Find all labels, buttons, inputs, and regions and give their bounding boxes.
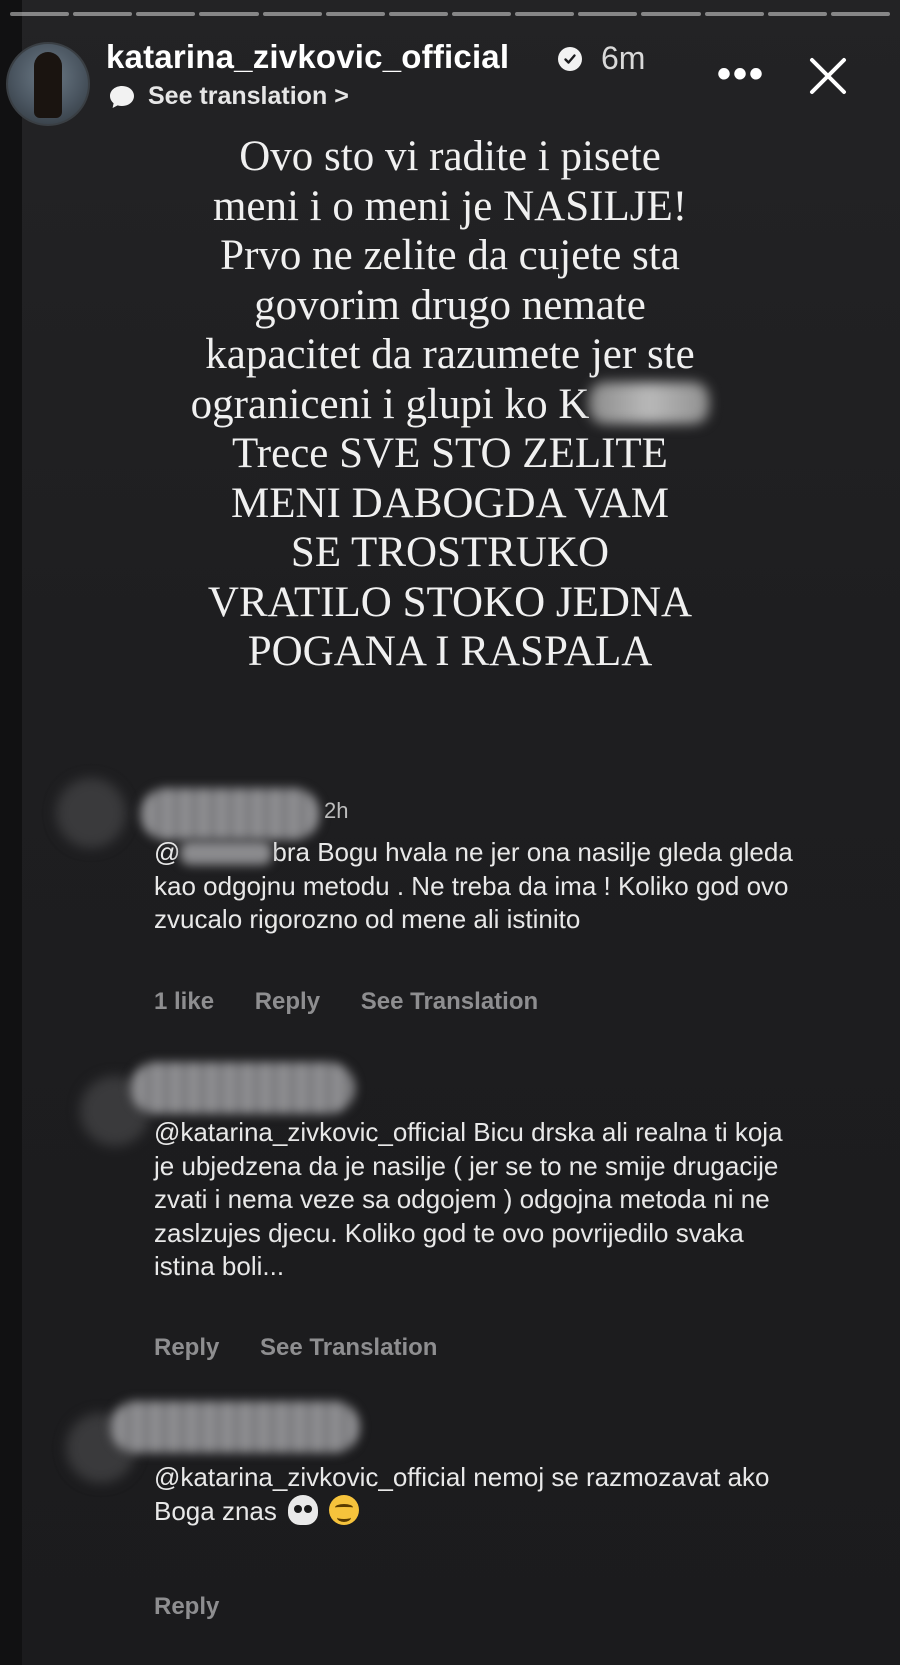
progress-segment [451,12,512,16]
progress-segment [388,12,448,16]
chevron-right-icon: > [334,82,349,110]
profile-avatar[interactable] [6,42,90,126]
comment-text: @katarina_zivkovic_official Bicu drska a… [154,1117,783,1281]
story-line: POGANA I RASPALA [247,628,653,675]
progress-segment [199,12,259,16]
comment-actions: Reply See Translation [154,1334,471,1362]
more-horizontal-icon[interactable]: ••• [717,52,765,97]
avatar-figure [34,52,62,118]
comment-item: @katarina_zivkovic_official Bicu drska a… [0,1040,900,1380]
story-line-text: ograniceni i glupi ko K [190,380,590,428]
comment-actions: 1 like Reply See Translation [154,988,572,1016]
story-line-censored: ograniceni i glupi ko K [120,380,780,430]
censor-blur [589,381,710,424]
story-progress-bar [10,12,890,18]
comment-avatar-blurred [56,778,126,848]
reply-button[interactable]: Reply [154,1334,219,1361]
progress-segment [325,12,385,16]
progress-segment [73,12,133,16]
story-line: Trece SVE STO ZELITE [232,430,668,477]
story-header: katarina_zivkovic_official 6m See transl… [0,28,900,128]
story-line: VRATILO STOKO JEDNA [207,578,693,626]
story-line: MENI DABOGDA VAM [230,479,670,527]
see-translation-label: See translation [148,82,328,110]
progress-segment [136,12,196,16]
see-translation-button[interactable]: See Translation [260,1334,437,1361]
progress-segment [515,12,575,16]
comment-mention-prefix: @ [154,837,181,867]
progress-segment [767,12,827,16]
reply-button[interactable]: Reply [255,988,320,1015]
comment-username-blurred [110,1401,360,1453]
comment-username-blurred [130,1062,355,1114]
verified-badge-icon [558,47,582,71]
comment-time: 2h [324,798,349,823]
story-line: kapacitet da razumete jer ste [205,331,695,378]
story-text: Ovo sto vi radite i pisete meni i o meni… [120,132,780,677]
progress-segment [578,12,638,16]
story-line: meni i o meni je NASILJE! [212,182,688,230]
username[interactable]: katarina_zivkovic_official [106,38,509,76]
story-line: govorim drugo nemate [254,281,646,329]
story-line: Ovo sto vi radite i pisete [239,133,661,180]
reply-button[interactable]: Reply [154,1593,219,1620]
progress-segment [641,12,701,16]
mention-blurred [180,841,273,865]
comment-username-blurred [140,788,320,840]
progress-segment [10,12,70,16]
comment-item: @katarina_zivkovic_official nemoj se raz… [0,1385,900,1665]
see-translation-button[interactable]: See Translation [361,988,538,1015]
story-line: Prvo ne zelite da cujete sta [220,232,680,279]
likes-count[interactable]: 1 like [154,988,214,1015]
skull-emoji-icon [288,1494,319,1525]
story-line: SE TROSTRUKO [290,529,610,576]
comment-body: @katarina_zivkovic_official nemoj se raz… [154,1462,770,1526]
comment-item: 2h @ bra Bogu hvala ne jer ona nasilje gl… [0,760,900,1030]
progress-segment [830,12,890,16]
progress-segment [704,12,764,16]
comment-actions: Reply [154,1593,253,1621]
woozy-face-emoji-icon [329,1494,360,1525]
translate-icon[interactable] [108,84,136,110]
story-viewer: katarina_zivkovic_official 6m See transl… [0,0,900,1665]
close-icon[interactable] [800,48,856,104]
comment-text: @ bra Bogu hvala ne jer ona nasilje gleda… [154,836,794,937]
progress-segment [262,12,322,16]
comment-text: @katarina_zivkovic_official nemoj se raz… [154,1461,794,1528]
post-time: 6m [601,40,646,76]
see-translation-link[interactable]: See translation > [148,82,349,111]
